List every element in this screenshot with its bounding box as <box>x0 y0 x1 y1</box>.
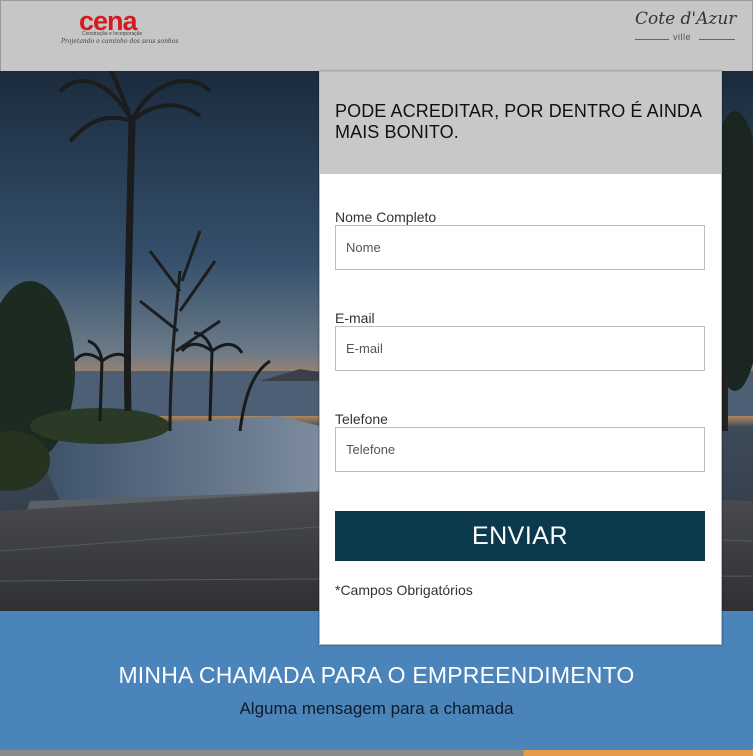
site-header: cena Construção e Incorporação Projetand… <box>0 0 753 71</box>
cote-dazur-logo-ville: ville <box>673 32 692 42</box>
footer-title: MINHA CHAMADA PARA O EMPREENDIMENTO <box>118 662 635 688</box>
required-fields-note: *Campos Obrigatórios <box>335 582 473 598</box>
submit-button[interactable]: ENVIAR <box>335 511 705 561</box>
name-label: Nome Completo <box>335 209 437 225</box>
logo-divider-right <box>699 39 735 40</box>
name-input[interactable] <box>335 225 705 270</box>
email-label: E-mail <box>335 310 375 326</box>
cote-dazur-logo[interactable]: Cote d'Azur ville <box>629 9 739 45</box>
phone-input[interactable] <box>335 427 705 472</box>
bottom-accent-bar <box>0 750 753 756</box>
cena-logo[interactable]: cena Construção e Incorporação Projetand… <box>59 7 179 49</box>
form-header: PODE ACREDITAR, POR DENTRO É AINDA MAIS … <box>320 72 721 174</box>
cena-logo-subtitle: Construção e Incorporação <box>82 31 143 37</box>
cena-logo-tagline: Projetando o caminho dos seus sonhos <box>61 38 179 45</box>
email-input[interactable] <box>335 326 705 371</box>
cote-dazur-logo-script: Cote d'Azur <box>635 9 737 29</box>
phone-label: Telefone <box>335 411 388 427</box>
logo-divider-left <box>635 39 669 40</box>
contact-form-card: PODE ACREDITAR, POR DENTRO É AINDA MAIS … <box>319 71 722 645</box>
form-heading: PODE ACREDITAR, POR DENTRO É AINDA MAIS … <box>335 101 702 142</box>
footer-message: Alguma mensagem para a chamada <box>239 699 514 718</box>
